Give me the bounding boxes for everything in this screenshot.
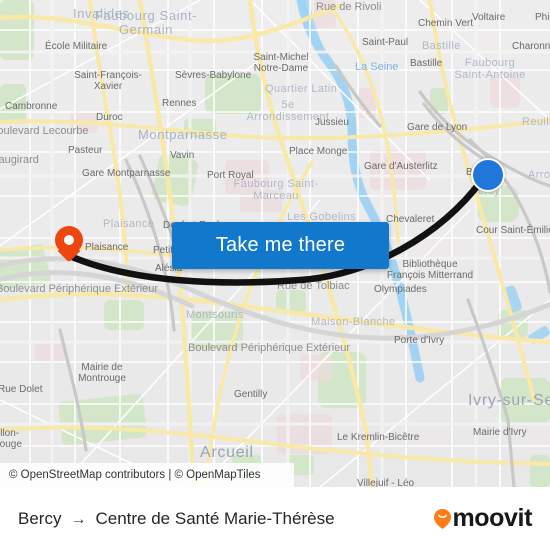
route-destination-label: Centre de Santé Marie-Thérèse [95,508,335,528]
map-canvas[interactable]: Invalides Faubourg Saint- Germain Rue de R… [0,0,550,487]
origin-marker-bercy[interactable] [471,158,505,192]
map-attribution-bar: © OpenStreetMap contributors | © OpenMap… [0,463,294,487]
moovit-route-card: Invalides Faubourg Saint- Germain Rue de R… [0,0,550,550]
moovit-pin-icon [434,508,452,529]
route-summary: Bercy → Centre de Santé Marie-Thérèse [0,509,434,529]
moovit-logo[interactable]: moovit [434,504,550,533]
route-origin-label: Bercy [18,508,62,528]
pin-center-dot [64,235,74,245]
moovit-wordmark: moovit [452,504,532,532]
attribution-text[interactable]: © OpenStreetMap contributors | © OpenMap… [0,469,261,481]
take-me-there-button[interactable]: Take me there [172,222,389,269]
footer-bar: Bercy → Centre de Santé Marie-Thérèse mo… [0,487,550,550]
destination-marker-pin[interactable] [55,226,83,264]
arrow-right-icon: → [70,510,87,528]
